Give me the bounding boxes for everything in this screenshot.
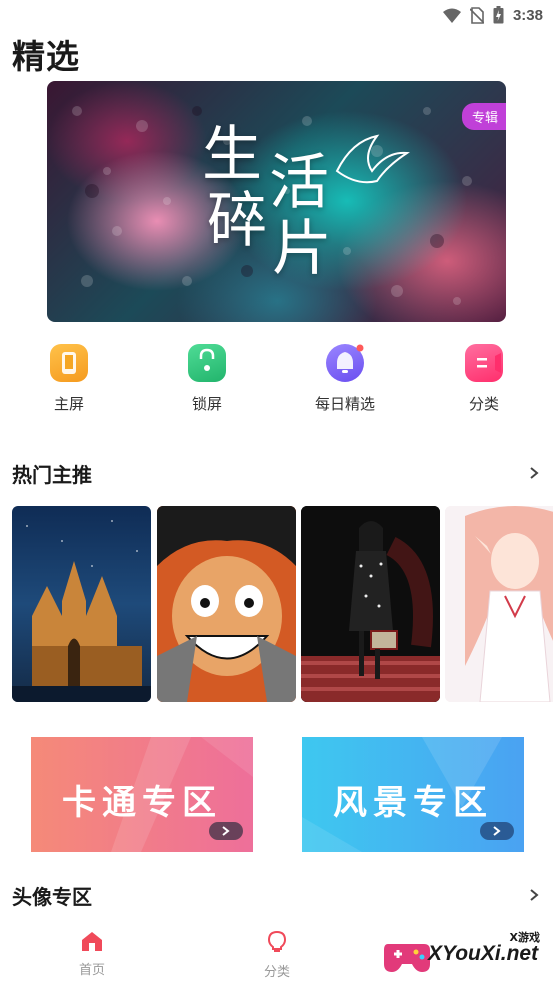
hot-thumbnails <box>12 506 553 702</box>
chevron-right-icon[interactable] <box>527 466 541 480</box>
album-badge: 专辑 <box>461 103 506 130</box>
nav-label: 分类 <box>263 965 290 980</box>
battery-charging-icon <box>493 6 504 24</box>
shortcut-daily-picks[interactable]: 每日精选 <box>300 344 390 414</box>
category-icon <box>465 344 503 382</box>
bulb-icon <box>267 930 287 952</box>
section-title: 热门主推 <box>12 463 92 487</box>
shortcut-label: 锁屏 <box>191 395 222 413</box>
nav-home[interactable]: 首页 <box>52 930 132 978</box>
shortcut-home-screen[interactable]: 主屏 <box>24 344 114 414</box>
thumb-fashion-model[interactable] <box>301 506 440 702</box>
wifi-icon <box>442 8 461 23</box>
zone-label: 风景专区 <box>333 783 493 823</box>
shortcut-category[interactable]: 分类 <box>439 344 529 414</box>
shortcut-label: 主屏 <box>53 395 84 413</box>
page-title: 精选 <box>12 37 80 76</box>
avatar-section-header[interactable]: 头像专区 <box>12 881 541 911</box>
home-icon <box>82 932 102 951</box>
section-title: 头像专区 <box>12 885 92 909</box>
watermark-text: XYouXi.net <box>428 942 539 965</box>
chevron-right-icon[interactable] <box>527 888 541 902</box>
banner-title-char-1: 生 <box>202 120 262 190</box>
banner-title-char-4: 片 <box>272 214 332 284</box>
site-watermark: XYouXi.net X游戏 <box>382 926 548 982</box>
lock-screen-icon <box>188 344 226 382</box>
gamepad-logo-icon <box>384 944 430 972</box>
thumb-anime-elf[interactable] <box>445 506 553 702</box>
thumb-anime-pirate[interactable] <box>157 506 296 702</box>
banner-title-char-2: 活 <box>269 148 329 218</box>
banner-title-char-3: 碎 <box>207 186 267 256</box>
shortcut-lock-screen[interactable]: 锁屏 <box>162 344 252 414</box>
zone-arrow-button[interactable] <box>209 822 243 840</box>
thumb-cathedral[interactable] <box>12 506 151 702</box>
no-sim-icon <box>469 6 484 24</box>
shortcut-label: 分类 <box>468 395 499 413</box>
bell-icon <box>326 344 364 382</box>
status-time: 3:38 <box>512 6 543 24</box>
hot-section-header[interactable]: 热门主推 <box>12 459 541 489</box>
shortcut-label: 每日精选 <box>314 395 375 413</box>
watermark-small-text: X游戏 <box>509 931 540 944</box>
zone-label: 卡通专区 <box>62 783 222 823</box>
scenery-zone-card[interactable]: 风景专区 <box>302 737 524 852</box>
shortcut-row: 主屏 锁屏 每日精选 分类 <box>0 344 553 419</box>
zone-arrow-button[interactable] <box>480 822 514 840</box>
featured-banner[interactable]: 生 活 碎 片 专辑 <box>47 81 506 322</box>
home-screen-icon <box>50 344 88 382</box>
nav-label: 首页 <box>78 963 105 978</box>
status-bar: 3:38 <box>0 0 553 30</box>
nav-category[interactable]: 分类 <box>237 930 317 980</box>
cartoon-zone-card[interactable]: 卡通专区 <box>31 737 253 852</box>
